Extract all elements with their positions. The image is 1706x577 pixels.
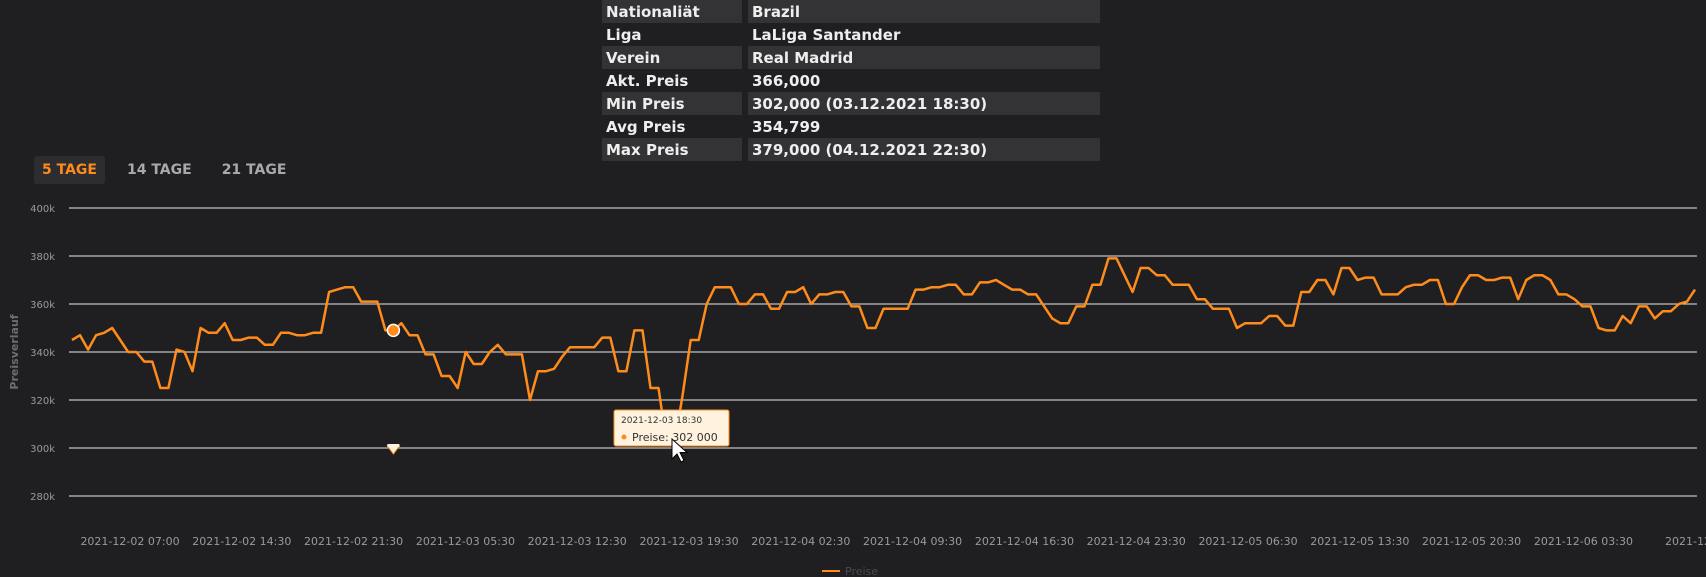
y-tick-label: 400k: [30, 204, 55, 215]
hover-point: [386, 323, 401, 338]
info-value: Real Madrid: [745, 46, 1100, 69]
range-tabs: 5 TAGE 14 TAGE 21 TAGE: [34, 156, 294, 184]
x-tick-label: 2021-12-04 23:30: [1087, 535, 1186, 548]
x-tick-label: 2021-12-04 02:30: [751, 535, 850, 548]
player-info-table: Nationaliät Brazil Liga LaLiga Santander Ver…: [602, 0, 1100, 161]
x-tick-label: 2021-12-05 20:30: [1422, 535, 1521, 548]
info-key: Max Preis: [602, 138, 748, 161]
legend-label: Preise: [845, 565, 878, 577]
x-tick-label: 2021-12-05 06:30: [1198, 535, 1297, 548]
y-tick-label: 320k: [30, 396, 55, 407]
x-tick-label: 2021-12-05 13:30: [1310, 535, 1409, 548]
tooltip-time: 2021-12-03 18:30: [621, 416, 702, 426]
info-key: Verein: [602, 46, 748, 69]
info-key: Nationaliät: [602, 0, 748, 23]
info-row: Nationaliät Brazil: [602, 0, 1100, 23]
info-row: Akt. Preis 366,000: [602, 69, 1100, 92]
x-tick-label: 2021-12-04 16:30: [975, 535, 1074, 548]
tab-14-tage[interactable]: 14 TAGE: [119, 156, 200, 184]
info-key: Min Preis: [602, 92, 748, 115]
info-row: Max Preis 379,000 (04.12.2021 22:30): [602, 138, 1100, 161]
info-value: 366,000: [745, 69, 1100, 92]
x-tick-label: 2021-12-04 09:30: [863, 535, 962, 548]
info-row: Min Preis 302,000 (03.12.2021 18:30): [602, 92, 1100, 115]
y-tick-label: 280k: [30, 492, 55, 503]
info-value: 302,000 (03.12.2021 18:30): [745, 92, 1100, 115]
info-row: Verein Real Madrid: [602, 46, 1100, 69]
y-tick-label: 300k: [30, 444, 55, 455]
x-tick-label: 2021-12-03 19:30: [639, 535, 738, 548]
price-series-line: [71, 257, 1697, 445]
x-tick-label: 2021-12-...: [1665, 535, 1706, 548]
x-tick-label: 2021-12-02 14:30: [192, 535, 291, 548]
info-key: Liga: [602, 23, 748, 46]
tooltip-pointer-mask: [387, 444, 400, 447]
info-value: 379,000 (04.12.2021 22:30): [745, 138, 1100, 161]
tab-21-tage[interactable]: 21 TAGE: [214, 156, 295, 184]
x-tick-label: 2021-12-06 03:30: [1534, 535, 1633, 548]
info-value: Brazil: [745, 0, 1100, 23]
y-tick-label: 340k: [30, 348, 55, 359]
info-key: Akt. Preis: [602, 69, 748, 92]
info-row: Liga LaLiga Santander: [602, 23, 1100, 46]
tooltip-dot: [621, 434, 627, 440]
y-tick-label: 360k: [30, 300, 55, 311]
tab-5-tage[interactable]: 5 TAGE: [34, 156, 105, 184]
info-value: 354,799: [745, 115, 1100, 138]
price-chart: 280k 300k 320k 340k 360k 380k 400k Preisverlauf…: [8, 204, 1706, 577]
info-key: Avg Preis: [602, 115, 748, 138]
x-tick-label: 2021-12-02 07:00: [80, 535, 179, 548]
x-tick-label: 2021-12-03 05:30: [416, 535, 515, 548]
x-tick-label: 2021-12-02 21:30: [304, 535, 403, 548]
info-value: LaLiga Santander: [745, 23, 1100, 46]
x-tick-label: 2021-12-03 12:30: [528, 535, 627, 548]
info-row: Avg Preis 354,799: [602, 115, 1100, 138]
tooltip-pointer: [386, 445, 401, 455]
y-axis-title: Preisverlauf: [8, 314, 21, 389]
y-tick-label: 380k: [30, 252, 55, 263]
